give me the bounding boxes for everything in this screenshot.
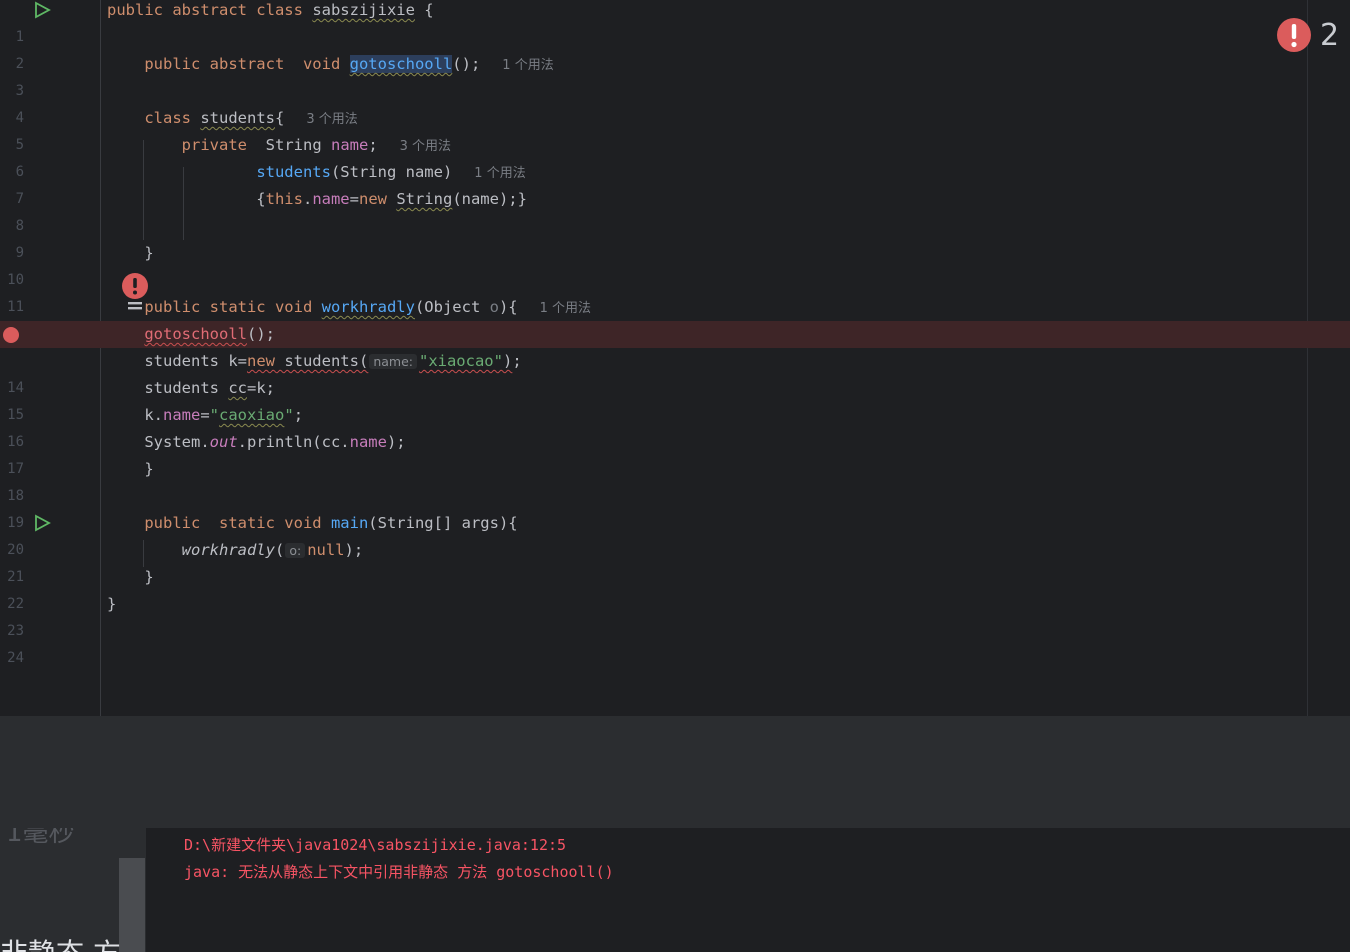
param-hint: name: bbox=[369, 354, 417, 369]
run-icon[interactable] bbox=[33, 514, 51, 532]
param-hint: o: bbox=[285, 543, 306, 558]
breakpoint-icon[interactable] bbox=[3, 327, 19, 343]
code-line: 17 System.out.println(cc.name); bbox=[0, 429, 1350, 477]
error-count: 2 bbox=[1320, 17, 1340, 53]
line-number: 24 bbox=[7, 650, 24, 666]
code-line: 8 {this.name=new String(name);} bbox=[0, 186, 1350, 234]
tool-window-header bbox=[0, 716, 1350, 828]
code-line: 12 public static void workhradly(Object … bbox=[0, 294, 1350, 342]
error-icon bbox=[1277, 18, 1311, 52]
code-line: 15 students cc=k; bbox=[0, 375, 1350, 423]
code-line: 3 public abstract void gotoschooll(); 1 个… bbox=[0, 51, 1350, 99]
usage-hint[interactable]: 1 个用法 bbox=[474, 166, 525, 181]
code-line: 11 bbox=[0, 267, 1350, 315]
error-highlight-line: gotoschooll(); bbox=[0, 321, 1350, 348]
error-path-link[interactable]: D:\新建文件夹\java1024\sabszijixie.java:12:5 bbox=[184, 834, 566, 855]
usage-hint[interactable]: 1 个用法 bbox=[540, 301, 591, 316]
code-line: 4 bbox=[0, 78, 1350, 126]
error-message: java: 无法从静态上下文中引用非静态 方法 gotoschooll() bbox=[184, 863, 614, 881]
code-line: 10 } bbox=[0, 240, 1350, 288]
code-line: 20 public static void main(String[] args… bbox=[0, 510, 1350, 558]
build-time-label: 1毫秒 bbox=[6, 828, 75, 848]
error-indicator[interactable]: 2 bbox=[1276, 16, 1339, 54]
build-output-panel[interactable]: 1毫秒 非静态 方 D:\新建文件夹\java1024\sabszijixie.… bbox=[0, 828, 1350, 952]
usage-hint[interactable]: 3 个用法 bbox=[400, 139, 451, 154]
usage-hint[interactable]: 3 个用法 bbox=[306, 112, 357, 127]
code-line: 22 } bbox=[0, 564, 1350, 612]
usage-hint[interactable]: 1 个用法 bbox=[502, 58, 553, 73]
code-line: 5 class students{3 个用法 bbox=[0, 105, 1350, 153]
code-line: 24 bbox=[0, 618, 1350, 666]
code-line: 9 bbox=[0, 213, 1350, 261]
scrollbar[interactable] bbox=[119, 858, 145, 952]
run-icon[interactable] bbox=[33, 1, 51, 19]
build-tree-panel[interactable]: 1毫秒 非静态 方 bbox=[0, 828, 146, 952]
code-line: 6 private String name; 3 个用法 bbox=[0, 132, 1350, 180]
code-editor[interactable]: 1 public abstract class sabszijixie { 2 … bbox=[0, 0, 1350, 716]
tree-item-label[interactable]: 非静态 方 bbox=[0, 932, 121, 952]
code-line: 21 workhradly(o: null); bbox=[0, 537, 1350, 585]
code-line: 23 } bbox=[0, 591, 1350, 639]
code-line: 1 public abstract class sabszijixie { bbox=[0, 0, 1350, 45]
code-line: 18 } bbox=[0, 456, 1350, 504]
code-line: 7 students(String name) 1 个用法 bbox=[0, 159, 1350, 207]
code-line: 14 students k=new students(name: "xiaocao… bbox=[0, 348, 1350, 396]
code-line: 16 k.name="caoxiao"; bbox=[0, 402, 1350, 450]
code-line: 19 bbox=[0, 483, 1350, 531]
code-line: 2 bbox=[0, 24, 1350, 72]
error-bulb-icon[interactable] bbox=[118, 272, 154, 314]
